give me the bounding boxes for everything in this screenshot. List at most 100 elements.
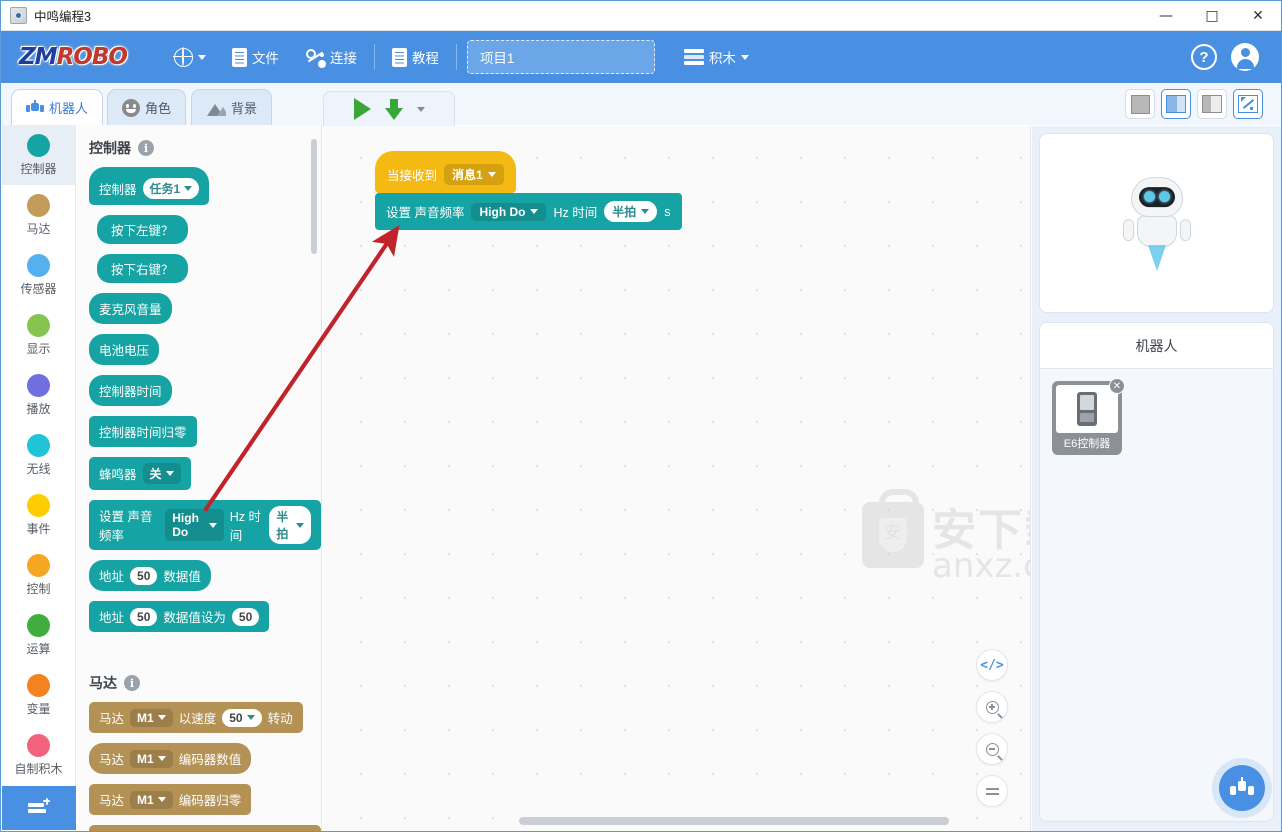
account-avatar-icon[interactable] [1231, 43, 1259, 71]
palette-block-0-9[interactable]: 地址 50 数据值 [89, 560, 211, 591]
zoom-out-button[interactable] [976, 733, 1008, 765]
connect-menu[interactable]: 连接 [292, 40, 370, 74]
info-icon[interactable]: i [124, 675, 140, 691]
block-dropdown-field[interactable]: M1 [130, 790, 173, 809]
palette-block-1-2[interactable]: 马达 M1 编码器归零 [89, 784, 252, 815]
block-field-value: High Do [172, 511, 199, 539]
block-text: 马达 [99, 794, 125, 808]
category-item-8[interactable]: 运算 [2, 605, 75, 665]
block-number-dropdown-field[interactable]: 50 [222, 708, 262, 727]
block-dropdown-field[interactable]: M1 [130, 708, 173, 727]
stage-mode-split-button[interactable] [1161, 89, 1191, 119]
block-number-field[interactable]: 50 [130, 566, 158, 585]
block-dropdown-field[interactable]: M1 [130, 749, 173, 768]
category-item-5[interactable]: 无线 [2, 425, 75, 485]
category-rail: 控制器 马达传感器显示播放无线 事件 控制 运算 变量 自制积木 [2, 125, 76, 831]
palette-section-title: 马达 [89, 675, 117, 691]
palette-block-0-8[interactable]: 设置 声音频率 High Do Hz 时间 半拍 [89, 500, 321, 550]
block-number-field[interactable]: 50 [231, 607, 260, 626]
stage-preview[interactable] [1039, 133, 1274, 313]
palette-block-0-5[interactable]: 控制器时间 [89, 375, 172, 406]
tab-sprite[interactable]: 角色 [107, 89, 187, 125]
palette-block-0-6[interactable]: 控制器时间归零 [89, 416, 197, 447]
info-icon[interactable]: i [138, 140, 154, 156]
stage-mode-large-button[interactable] [1197, 89, 1227, 119]
remove-robot-button[interactable]: ✕ [1109, 378, 1125, 394]
category-item-7[interactable]: 控制 [2, 545, 75, 605]
workspace-horizontal-scrollbar[interactable] [519, 817, 949, 825]
duration-dropdown[interactable]: 半拍 [604, 201, 658, 222]
note-dropdown[interactable]: High Do [471, 202, 547, 221]
category-item-9[interactable]: 变量 [2, 665, 75, 725]
help-button[interactable]: ? [1191, 44, 1217, 70]
block-dropdown-field[interactable]: High Do [165, 509, 224, 541]
minimize-button[interactable]: — [1143, 1, 1189, 31]
blocks-workspace[interactable]: 当接收到 消息1 设置 声音频率 High Do Hz 时间 半拍 s 安 安下… [323, 126, 1031, 831]
category-item-10[interactable]: 自制积木 [2, 725, 75, 785]
palette-block-0-0[interactable]: 控制器 任务1 [89, 167, 210, 205]
palette-block-0-4[interactable]: 电池电压 [89, 334, 160, 365]
file-menu[interactable]: 文件 [219, 40, 292, 74]
robot-devices-icon [1230, 777, 1254, 799]
workspace-block-hat[interactable]: 当接收到 消息1 [375, 151, 516, 193]
block-field-value: 50 [137, 609, 151, 624]
palette-block-0-2[interactable]: 按下右键？ [97, 254, 188, 283]
category-label: 传感器 [20, 281, 57, 296]
chevron-down-icon[interactable] [417, 106, 425, 112]
block-field-value: 关 [149, 467, 162, 481]
workspace-block-set-tone[interactable]: 设置 声音频率 High Do Hz 时间 半拍 s [375, 193, 682, 230]
message-dropdown[interactable]: 消息1 [444, 164, 504, 185]
palette-scrollbar[interactable] [311, 139, 317, 254]
block-text: 数据值 [163, 570, 201, 584]
block-dropdown-field[interactable]: 任务1 [142, 178, 200, 199]
category-item-0[interactable]: 控制器 [2, 125, 75, 185]
zoom-in-button[interactable] [976, 691, 1008, 723]
chevron-down-icon [740, 54, 749, 60]
category-item-3[interactable]: 显示 [2, 305, 75, 365]
category-item-4[interactable]: 播放 [2, 365, 75, 425]
maximize-button[interactable]: □ [1189, 1, 1235, 31]
block-text: Hz 时间 [229, 510, 262, 543]
block-dropdown-field[interactable]: 半拍 [269, 506, 311, 544]
tutorial-menu[interactable]: 教程 [379, 40, 452, 74]
add-robot-fab[interactable] [1219, 765, 1265, 811]
stage-mode-fullscreen-button[interactable] [1233, 89, 1263, 119]
palette-block-0-1[interactable]: 按下左键？ [97, 215, 188, 244]
blocks-menu[interactable]: 积木 [671, 40, 762, 74]
add-extension-button[interactable] [2, 786, 76, 830]
split-stage-icon [1166, 95, 1186, 113]
category-item-6[interactable]: 事件 [2, 485, 75, 545]
zoom-reset-button[interactable] [976, 775, 1008, 807]
play-icon[interactable] [354, 98, 371, 120]
close-button[interactable]: ✕ [1235, 1, 1281, 31]
stage-mode-small-button[interactable] [1125, 89, 1155, 119]
category-item-1[interactable]: 马达 [2, 185, 75, 245]
palette-block-0-7[interactable]: 蜂鸣器关 [89, 457, 191, 490]
block-text: 编码器归零 [178, 794, 242, 808]
note-dropdown-value: High Do [479, 204, 526, 219]
add-extension-icon [28, 797, 50, 816]
palette-block-1-0[interactable]: 马达 M1 以速度 50 转动 [89, 702, 303, 733]
site-watermark: 安 安下载 anxz.com [862, 489, 1030, 594]
project-name-input[interactable] [466, 40, 655, 74]
code-view-button[interactable]: </> [976, 649, 1008, 681]
category-item-2[interactable]: 传感器 [2, 245, 75, 305]
blocks-stack-icon [683, 49, 704, 65]
application-window: 中鸣编程3 — □ ✕ ZMROBO 文件 连接 教程 项目1 积木 ? 机器人… [0, 0, 1282, 832]
palette-block-0-10[interactable]: 地址 50 数据值设为 50 [89, 601, 270, 632]
palette-block-1-1[interactable]: 马达 M1 编码器数值 [89, 743, 252, 774]
large-stage-icon [1202, 95, 1222, 113]
tab-robot[interactable]: 机器人 [11, 89, 104, 125]
robot-item-e6[interactable]: E6控制器 ✕ [1052, 378, 1125, 455]
category-label: 播放 [26, 401, 51, 416]
block-dropdown-field[interactable]: 关 [142, 463, 181, 484]
block-number-field[interactable]: 50 [130, 607, 158, 626]
robot-item-label: E6控制器 [1063, 438, 1111, 450]
download-icon[interactable] [385, 98, 403, 120]
title-bar: 中鸣编程3 — □ ✕ [1, 1, 1281, 31]
palette-block-1-3[interactable]: 设置 伺服马达M1以速度50旋转 [89, 825, 321, 831]
language-menu[interactable] [161, 40, 219, 74]
palette-block-0-3[interactable]: 麦克风音量 [89, 293, 172, 324]
tab-backdrop[interactable]: 背景 [191, 89, 273, 125]
block-palette[interactable]: 控制器 i 控制器 任务1 按下左键？ 按下右键？ 麦克风音量 电池电压 控制器时间 控制器时间归… [77, 125, 322, 831]
